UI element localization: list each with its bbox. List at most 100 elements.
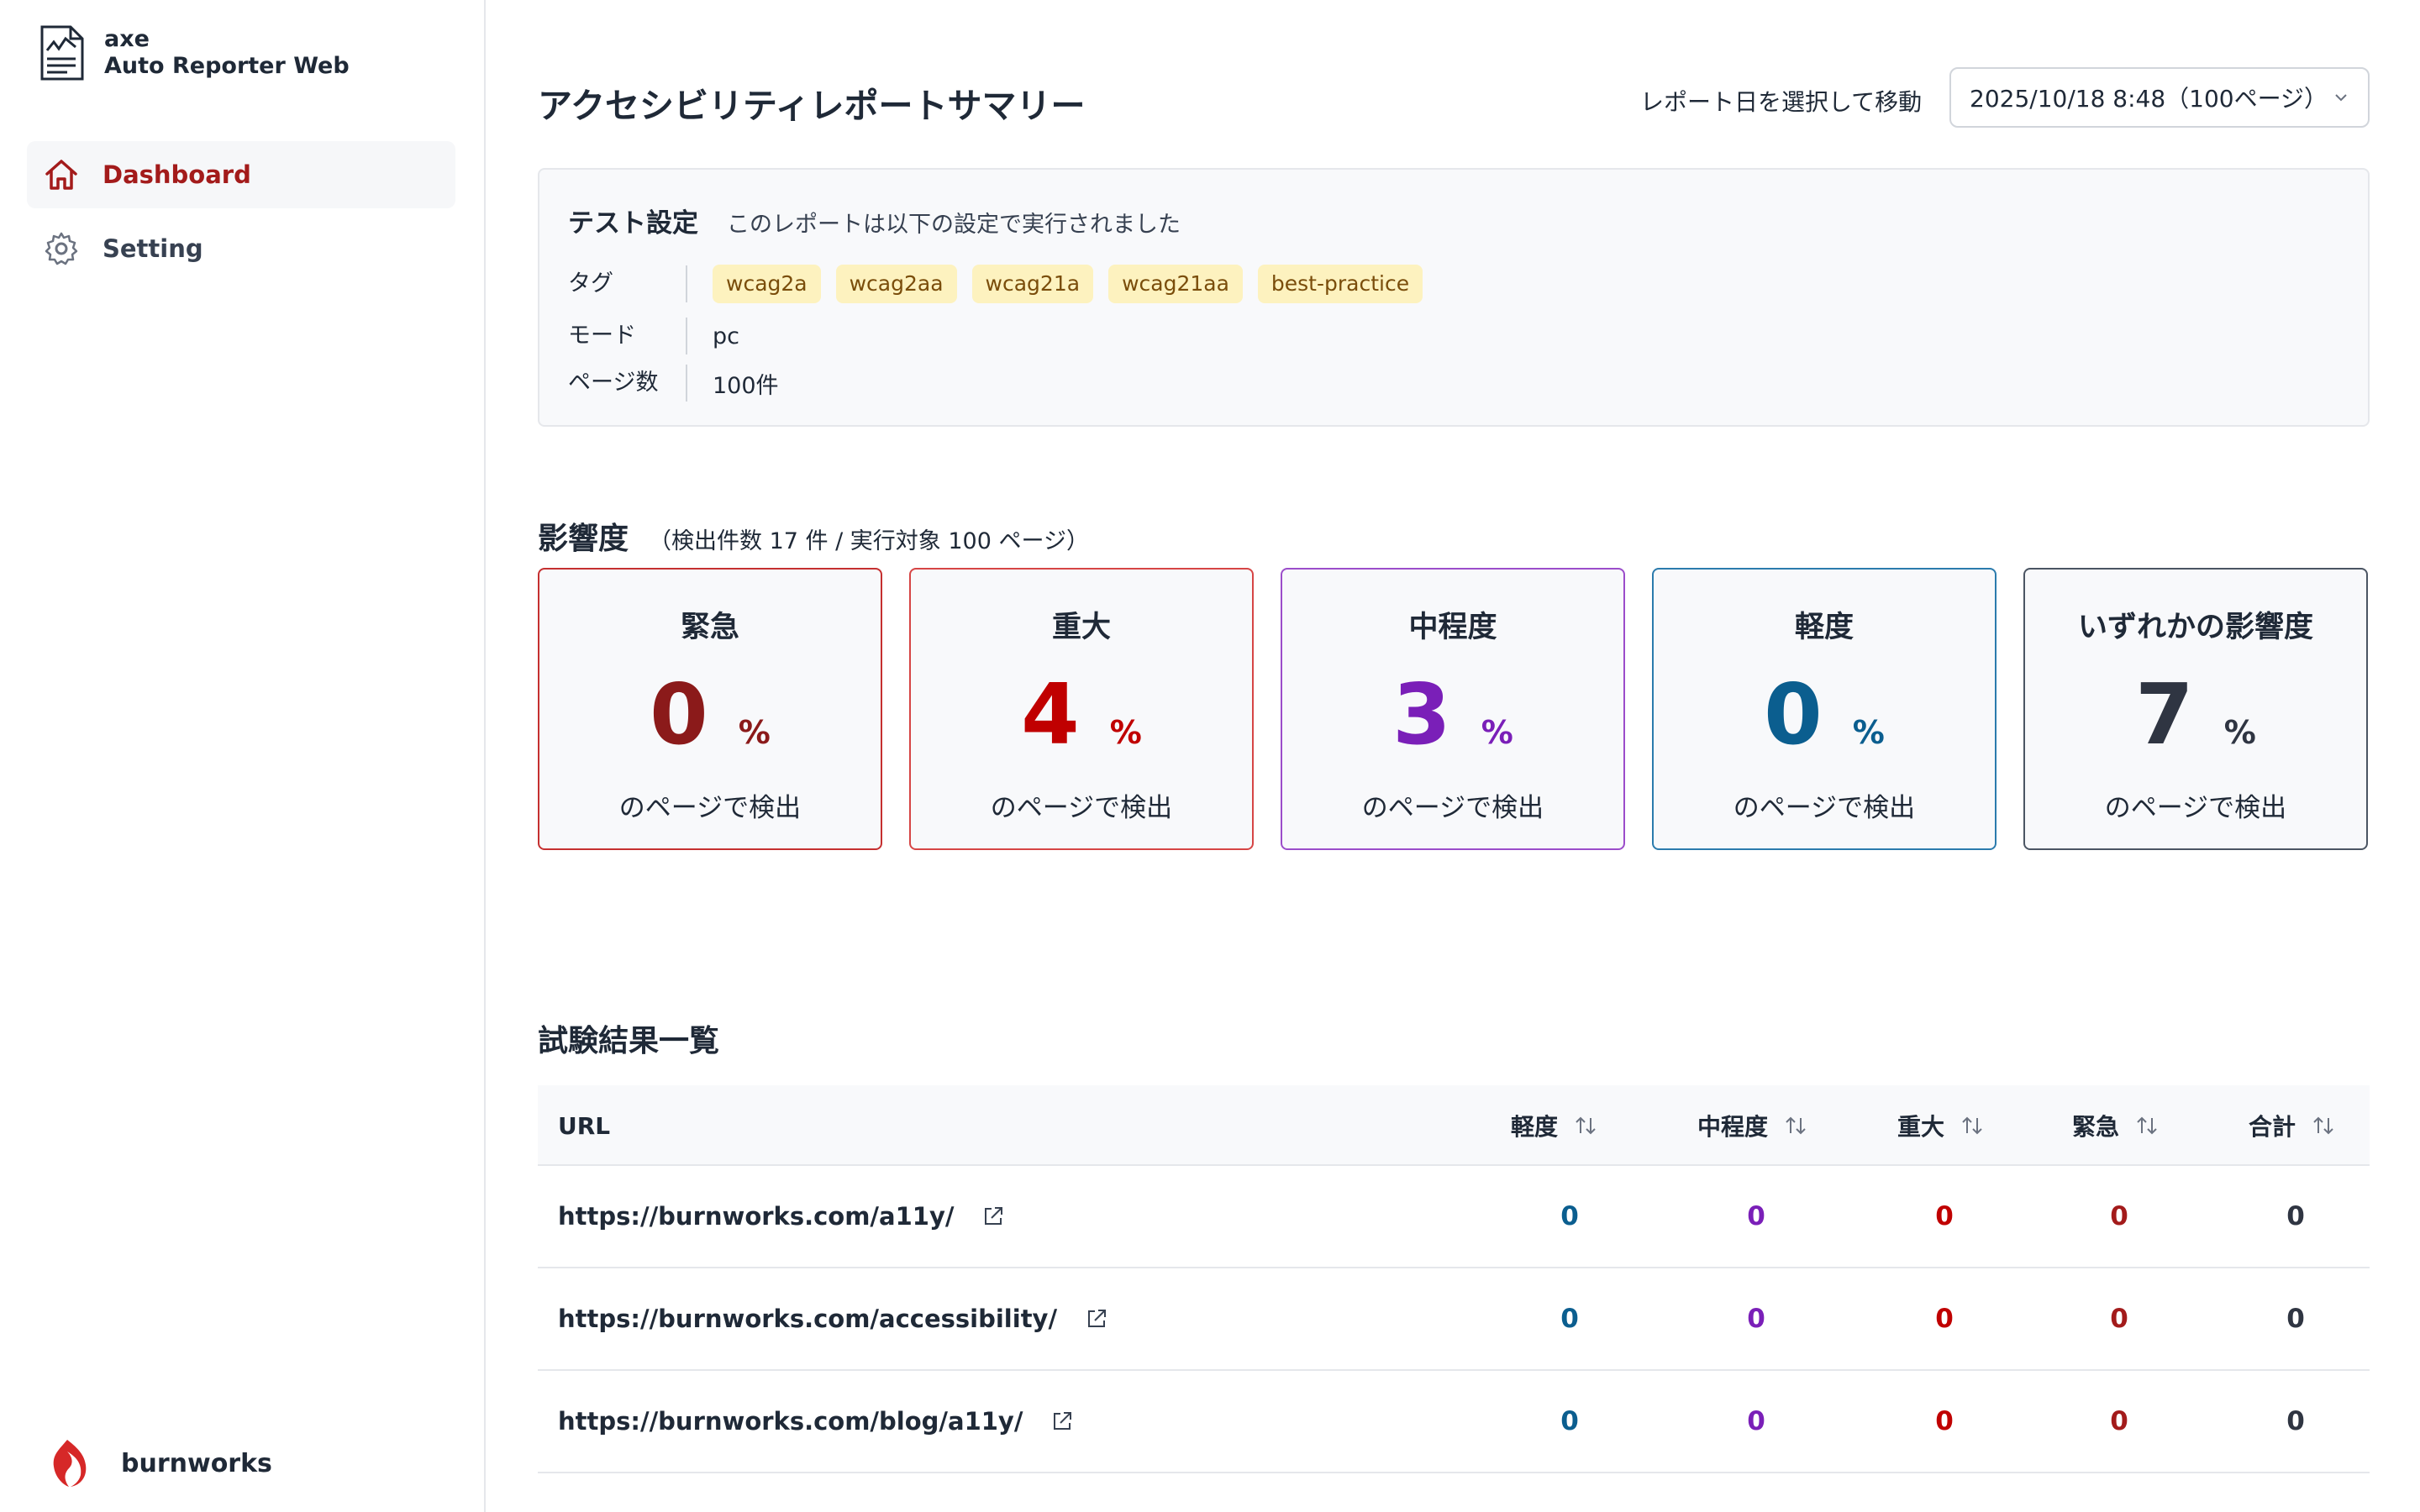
- sort-icon[interactable]: [1783, 1113, 1808, 1138]
- impact-card-title: いずれかの影響度: [2077, 611, 2313, 644]
- row-moderate-count: 0: [1747, 1201, 1765, 1231]
- tag-badge: wcag21aa: [1108, 265, 1243, 303]
- impact-cards: 緊急 0 % のページで検出 重大 4 % のページで検出 中程度 3 % のペ…: [538, 568, 2370, 850]
- external-link-icon[interactable]: [1050, 1409, 1075, 1434]
- report-date-select-value: 2025/10/18 8:48（100ページ）: [1970, 85, 2328, 113]
- row-moderate-count: 0: [1747, 1406, 1765, 1436]
- report-date-select-label: レポート日を選択して移動: [1640, 88, 1923, 116]
- settings-key-tags: タグ: [568, 265, 687, 302]
- sidebar: axe Auto Reporter Web Dashboard Setting: [0, 0, 486, 1512]
- row-url-cell: https://burnworks.com/accessibility/: [558, 1268, 1109, 1369]
- sort-icon[interactable]: [2134, 1113, 2160, 1138]
- column-header-total[interactable]: 合計: [2249, 1085, 2336, 1166]
- impact-card-footer: のページで検出: [1733, 793, 1916, 823]
- impact-card-unit: %: [1109, 714, 1142, 751]
- page-title: アクセシビリティレポートサマリー: [538, 86, 1086, 126]
- column-header-serious[interactable]: 重大: [1897, 1085, 1985, 1166]
- footer-brand-name: burnworks: [121, 1448, 272, 1478]
- impact-card-value: 3: [1392, 665, 1451, 764]
- brand-subtitle: Auto Reporter Web: [104, 53, 350, 79]
- settings-key-pages: ページ数: [568, 365, 687, 402]
- impact-subtitle: （検出件数 17 件 / 実行対象 100 ページ）: [649, 528, 1089, 554]
- row-url-link[interactable]: https://burnworks.com/accessibility/: [558, 1305, 1057, 1333]
- settings-row-tags: タグ wcag2a wcag2aa wcag21a wcag21aa best-…: [568, 265, 1438, 303]
- test-settings-title: テスト設定: [568, 208, 698, 239]
- impact-card-any: いずれかの影響度 7 % のページで検出: [2023, 568, 2368, 850]
- sort-icon[interactable]: [1573, 1113, 1598, 1138]
- impact-card-value: 0: [650, 665, 708, 764]
- impact-card-unit: %: [738, 714, 771, 751]
- external-link-icon[interactable]: [1084, 1306, 1109, 1331]
- row-critical-count: 0: [2110, 1406, 2128, 1436]
- impact-card-serious: 重大 4 % のページで検出: [909, 568, 1254, 850]
- column-label: URL: [558, 1111, 611, 1140]
- impact-card-value: 7: [2135, 665, 2194, 764]
- sort-icon[interactable]: [1960, 1113, 1985, 1138]
- impact-card-title: 軽度: [1794, 611, 1854, 644]
- sidebar-item-setting[interactable]: Setting: [27, 215, 455, 282]
- row-minor-count: 0: [1560, 1201, 1579, 1231]
- flame-logo-icon: [53, 1440, 87, 1487]
- row-serious-count: 0: [1935, 1201, 1954, 1231]
- row-url-cell: https://burnworks.com/blog/a11y/: [558, 1371, 1075, 1472]
- chevron-down-icon: [2335, 94, 2347, 102]
- table-row: https://burnworks.com/blog/a11y/ 0 0 0 0…: [538, 1371, 2370, 1473]
- column-header-moderate[interactable]: 中程度: [1697, 1085, 1808, 1166]
- sidebar-item-label: Dashboard: [103, 160, 251, 189]
- brand-name: axe: [104, 26, 150, 52]
- test-settings-description: このレポートは以下の設定で実行されました: [727, 212, 1181, 238]
- home-icon: [44, 157, 79, 192]
- row-total-count: 0: [2286, 1304, 2305, 1334]
- results-table: URL 軽度 中程度 重大 緊急 合計 https://burnworks.co…: [538, 1085, 2370, 1473]
- row-minor-count: 0: [1560, 1406, 1579, 1436]
- external-link-icon[interactable]: [981, 1204, 1006, 1229]
- sidebar-item-dashboard[interactable]: Dashboard: [27, 141, 455, 208]
- impact-card-footer: のページで検出: [2104, 793, 2287, 823]
- row-url-link[interactable]: https://burnworks.com/blog/a11y/: [558, 1407, 1023, 1436]
- report-logo-icon: [40, 25, 84, 81]
- table-header: URL 軽度 中程度 重大 緊急 合計: [538, 1085, 2370, 1166]
- column-header-minor[interactable]: 軽度: [1511, 1085, 1598, 1166]
- brand[interactable]: axe Auto Reporter Web: [39, 25, 350, 81]
- column-label: 重大: [1897, 1113, 1945, 1141]
- impact-card-unit: %: [1481, 714, 1513, 751]
- impact-card-value: 4: [1021, 665, 1080, 764]
- row-critical-count: 0: [2110, 1304, 2128, 1334]
- tag-badge: wcag21a: [971, 265, 1094, 303]
- tag-list: wcag2a wcag2aa wcag21a wcag21aa best-pra…: [713, 265, 1438, 303]
- row-url-link[interactable]: https://burnworks.com/a11y/: [558, 1202, 954, 1231]
- row-moderate-count: 0: [1747, 1304, 1765, 1334]
- row-serious-count: 0: [1935, 1406, 1954, 1436]
- row-url-cell: https://burnworks.com/a11y/: [558, 1166, 1006, 1267]
- impact-card-value: 0: [1764, 665, 1823, 764]
- sidebar-item-label: Setting: [103, 234, 203, 263]
- impact-card-moderate: 中程度 3 % のページで検出: [1281, 568, 1625, 850]
- report-date-select[interactable]: 2025/10/18 8:48（100ページ）: [1949, 67, 2370, 128]
- impact-card-footer: のページで検出: [990, 793, 1173, 823]
- impact-card-title: 重大: [1051, 611, 1111, 644]
- impact-card-title: 緊急: [680, 611, 739, 644]
- row-total-count: 0: [2286, 1201, 2305, 1231]
- row-total-count: 0: [2286, 1406, 2305, 1436]
- column-header-critical[interactable]: 緊急: [2072, 1085, 2160, 1166]
- footer-brand[interactable]: burnworks: [44, 1438, 272, 1488]
- column-label: 緊急: [2072, 1113, 2120, 1141]
- impact-card-critical: 緊急 0 % のページで検出: [538, 568, 882, 850]
- impact-card-unit: %: [1852, 714, 1885, 751]
- settings-value-pages: 100件: [713, 372, 779, 399]
- impact-title: 影響度: [538, 522, 629, 556]
- settings-row-pages: ページ数 100件: [568, 365, 779, 402]
- gear-icon: [44, 231, 79, 266]
- impact-card-footer: のページで検出: [618, 793, 802, 823]
- column-header-url: URL: [558, 1085, 610, 1166]
- tag-badge: wcag2aa: [835, 265, 957, 303]
- impact-card-title: 中程度: [1408, 611, 1497, 644]
- results-title: 試験結果一覧: [538, 1024, 720, 1058]
- table-row: https://burnworks.com/accessibility/ 0 0…: [538, 1268, 2370, 1371]
- sidebar-nav: Dashboard Setting: [27, 141, 455, 289]
- impact-card-footer: のページで検出: [1361, 793, 1544, 823]
- tag-badge: wcag2a: [713, 265, 821, 303]
- sort-icon[interactable]: [2311, 1113, 2336, 1138]
- test-settings-panel: テスト設定 このレポートは以下の設定で実行されました タグ wcag2a wca…: [538, 168, 2370, 427]
- row-serious-count: 0: [1935, 1304, 1954, 1334]
